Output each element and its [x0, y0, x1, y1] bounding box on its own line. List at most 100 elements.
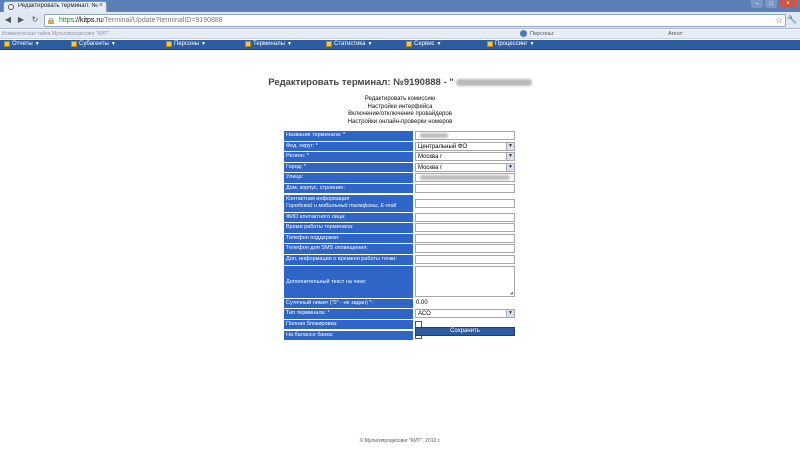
browser-tab[interactable]: Редактировать терминал: № × [3, 1, 107, 12]
extra-text-label: Дополнительный текст на чеке: [284, 265, 413, 298]
row-extra-info: Доп. информация о времени работы точки: [284, 255, 516, 265]
browser-tab-bar: Редактировать терминал: № × – □ × [0, 0, 800, 12]
house-label: Дом, корпус, строение: [284, 183, 413, 194]
contact-label: Контактная информация Городской и мобильн… [284, 194, 413, 212]
row-type: Тип терминала: * АСО ▼ [284, 309, 516, 319]
worktime-input[interactable] [415, 223, 515, 233]
settings-links: Редактировать комиссию Настройки интерфе… [0, 96, 800, 126]
back-icon[interactable]: ◀ [3, 15, 13, 25]
service-icon [406, 41, 412, 47]
extra-text-textarea[interactable]: ◢ [415, 265, 515, 297]
site-header: Коммерческая тайна Мультипроцессинг "КИТ… [0, 30, 800, 39]
type-label: Тип терминала: * [284, 309, 413, 319]
row-extra-text: Дополнительный текст на чеке: ◢ [284, 265, 516, 298]
agent-label: Агент: [668, 31, 684, 37]
link-online-check-settings[interactable]: Настройки онлайн-проверки номеров [0, 119, 800, 127]
chevron-down-icon: ▼ [34, 41, 40, 47]
forward-icon[interactable]: ▶ [16, 15, 26, 25]
row-support: Телефон поддержки: [284, 233, 516, 244]
reload-icon[interactable]: ↻ [30, 15, 40, 25]
bank-label: На балансе банка: [284, 330, 413, 340]
name-label: Название терминала: * [284, 131, 413, 141]
minimize-icon[interactable]: – [751, 0, 763, 8]
terminal-form: Название терминала: * Фед. округ: * Цент… [284, 131, 516, 341]
menu-persons[interactable]: Персоны ▼ [166, 41, 206, 47]
name-input[interactable] [415, 131, 515, 140]
main-menu: Отчеты ▼ Субагенты ▼ Персоны ▼ Терминалы ▼ С… [0, 40, 800, 50]
redacted-value [420, 133, 448, 138]
support-label: Телефон поддержки: [284, 233, 413, 244]
street-input[interactable] [415, 173, 515, 183]
contact-input[interactable] [415, 198, 515, 208]
region-select[interactable]: Москва г ▼ [415, 152, 515, 162]
page-title: Редактировать терминал: №9190888 - " [0, 77, 800, 88]
row-fed: Фед. округ: * Центральный ФО ▼ [284, 141, 516, 152]
region-label: Регион: * [284, 152, 413, 162]
menu-reports[interactable]: Отчеты ▼ [4, 41, 40, 47]
row-region: Регион: * Москва г ▼ [284, 152, 516, 162]
row-limit: Суточный лимит ("0" - не задан) *: 0.00 [284, 298, 516, 309]
chevron-down-icon: ▼ [506, 142, 514, 150]
chevron-down-icon: ▼ [506, 310, 514, 318]
house-input[interactable] [415, 183, 515, 193]
fed-label: Фед. округ: * [284, 141, 413, 152]
street-label: Улица: [284, 173, 413, 183]
extra-info-label: Доп. информация о времени работы точки: [284, 255, 413, 265]
limit-label: Суточный лимит ("0" - не задан) *: [284, 298, 413, 309]
limit-value[interactable]: 0.00 [415, 299, 515, 308]
chevron-down-icon: ▼ [110, 41, 116, 47]
persons-label: Персоны: [530, 31, 555, 37]
window-controls: – □ × [751, 0, 797, 8]
menu-subagents[interactable]: Субагенты ▼ [71, 41, 116, 47]
footer-copyright: © Мультипроцессинг "КИТ", 2012 г. [359, 438, 441, 444]
sms-input[interactable] [415, 244, 515, 254]
row-house: Дом, корпус, строение: [284, 183, 516, 194]
lock-icon [48, 18, 54, 24]
maximize-icon[interactable]: □ [765, 0, 777, 8]
chevron-down-icon: ▼ [506, 153, 514, 161]
resize-grip-icon[interactable]: ◢ [510, 290, 513, 295]
chevron-down-icon: ▼ [506, 163, 514, 171]
chevron-down-icon: ▼ [367, 41, 373, 47]
row-sms: Телефон для SMS оповещения: [284, 244, 516, 254]
statistics-icon [326, 41, 332, 47]
bookmark-star-icon[interactable]: ☆ [775, 15, 783, 26]
menu-terminals[interactable]: Терминалы ▼ [245, 41, 292, 47]
type-select[interactable]: АСО ▼ [415, 309, 515, 319]
row-fio: ФИО контактного лица: [284, 212, 516, 223]
address-bar[interactable]: https://kitps.ru/Terminal/Update?termina… [44, 14, 786, 27]
row-contact: Контактная информация Городской и мобильн… [284, 194, 516, 212]
persons-icon [520, 30, 527, 37]
chevron-down-icon: ▼ [201, 41, 206, 47]
close-window-icon[interactable]: × [779, 0, 797, 8]
link-edit-commission[interactable]: Редактировать комиссию [0, 96, 800, 104]
reports-icon [4, 41, 10, 47]
row-worktime: Время работы терминала: [284, 223, 516, 233]
page-favicon-icon [8, 4, 14, 10]
fed-select[interactable]: Центральный ФО ▼ [415, 141, 515, 151]
extra-info-input[interactable] [415, 255, 515, 265]
row-street: Улица: [284, 173, 516, 183]
row-name: Название терминала: * [284, 131, 516, 141]
menu-processing[interactable]: Процессинг ▼ [487, 41, 535, 47]
tab-title: Редактировать терминал: № [18, 3, 98, 9]
block-label: Полная блокировка: [284, 319, 413, 330]
menu-service[interactable]: Сервис ▼ [406, 41, 442, 47]
row-city: Город: * Москва г ▼ [284, 162, 516, 173]
link-providers-toggle[interactable]: Включение/отключение провайдеров [0, 111, 800, 119]
fio-input[interactable] [415, 212, 515, 222]
tab-close-icon[interactable]: × [99, 2, 103, 9]
processing-icon [487, 41, 493, 47]
city-select[interactable]: Москва г ▼ [415, 162, 515, 172]
menu-statistics[interactable]: Статистика ▼ [326, 41, 372, 47]
fio-label: ФИО контактного лица: [284, 212, 413, 223]
subagents-icon [71, 41, 77, 47]
browser-toolbar: ◀ ▶ ↻ https://kitps.ru/Terminal/Update?t… [0, 12, 800, 29]
persons-menu-icon [166, 41, 172, 47]
support-input[interactable] [415, 233, 515, 243]
redacted-name [455, 78, 532, 86]
save-button[interactable]: Сохранить [415, 327, 515, 336]
chevron-down-icon: ▼ [529, 41, 535, 47]
wrench-icon[interactable]: 🔧 [787, 15, 797, 24]
chevron-down-icon: ▼ [286, 41, 292, 47]
